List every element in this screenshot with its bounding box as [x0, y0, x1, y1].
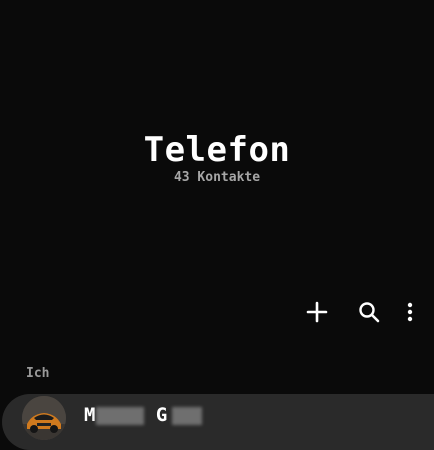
name-redaction-2 [171, 406, 202, 425]
more-vertical-icon [407, 302, 413, 322]
search-icon [359, 302, 380, 323]
my-contact-card[interactable]: M G [2, 394, 434, 450]
header: Telefon 43 Kontakte [0, 128, 434, 186]
contact-count: 43 Kontakte [173, 170, 261, 185]
car-photo-icon [22, 396, 66, 440]
add-contact-button[interactable] [301, 296, 333, 328]
avatar [22, 396, 66, 440]
more-options-button[interactable] [394, 296, 426, 328]
name-redaction [95, 406, 144, 425]
name-start: M [84, 404, 96, 426]
my-contact-name: M G [84, 404, 202, 426]
name-mid: G [155, 404, 168, 426]
search-button[interactable] [353, 296, 385, 328]
section-label-me: Ich [26, 366, 50, 381]
plus-icon [306, 301, 328, 323]
page-title: Telefon [143, 130, 291, 170]
